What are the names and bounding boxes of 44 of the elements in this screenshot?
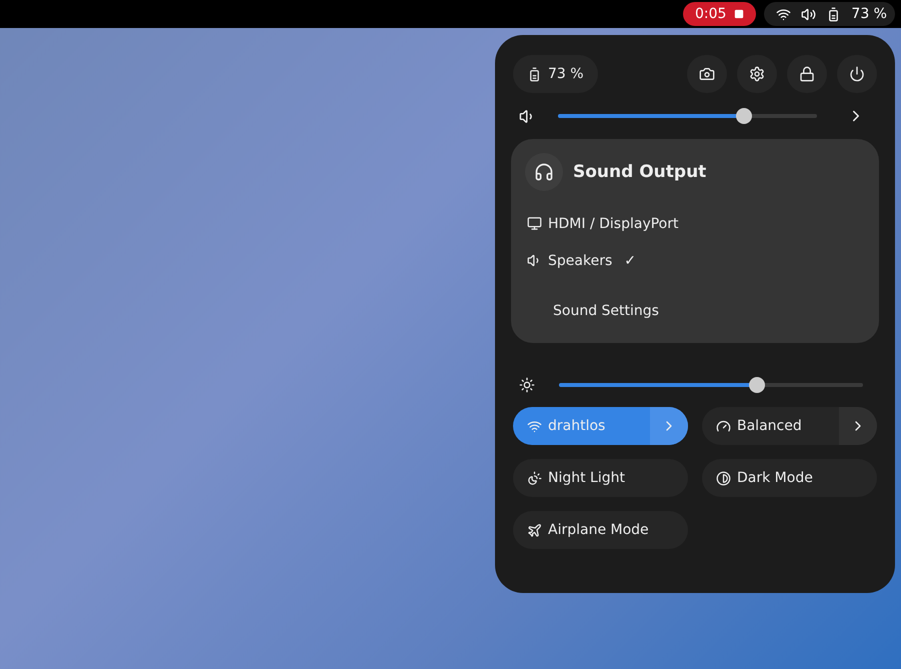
battery-icon <box>527 66 542 82</box>
headphones-icon <box>525 153 563 191</box>
menu-arrow-button[interactable] <box>650 407 688 445</box>
status-area[interactable]: 73 % <box>764 2 895 26</box>
slider-thumb[interactable] <box>748 377 765 393</box>
battery-chip[interactable]: 73 % <box>513 55 598 93</box>
wifi-icon <box>776 6 792 22</box>
toggle-label: Dark Mode <box>737 470 813 486</box>
menu-title: Sound Output <box>573 162 706 182</box>
quick-toggle[interactable]: Dark Mode <box>702 459 877 497</box>
recording-time: 0:05 <box>694 6 726 22</box>
battery-percentage: 73 % <box>851 6 887 22</box>
lock-button[interactable] <box>787 55 827 93</box>
device-item[interactable]: Speakers ✓ <box>525 244 865 277</box>
power-icon <box>849 66 865 82</box>
slider-thumb[interactable] <box>736 108 752 124</box>
lock-icon <box>799 66 815 82</box>
sound-settings-link[interactable]: Sound Settings <box>525 291 865 331</box>
gauge-icon <box>716 418 731 434</box>
toggle-label: drahtlos <box>548 418 606 434</box>
battery-percentage: 73 % <box>548 66 584 82</box>
monitor-icon <box>527 216 542 231</box>
contrast-icon <box>716 470 731 486</box>
recording-indicator[interactable]: 0:05 <box>682 2 756 26</box>
volume-slider[interactable] <box>558 108 817 124</box>
stop-icon <box>734 9 744 19</box>
volume-icon <box>801 6 816 22</box>
wifi-icon <box>527 418 542 434</box>
brightness-icon <box>519 377 535 393</box>
quick-toggle[interactable]: Night Light <box>513 459 688 497</box>
camera-icon <box>699 66 715 82</box>
power-button[interactable] <box>837 55 877 93</box>
toggle-label: Balanced <box>737 418 802 434</box>
quick-toggle[interactable]: Balanced <box>702 407 877 445</box>
airplane-icon <box>527 522 542 538</box>
settings-button[interactable] <box>737 55 777 93</box>
screenshot-button[interactable] <box>687 55 727 93</box>
toggle-label: Airplane Mode <box>548 522 649 538</box>
quick-toggle[interactable]: Airplane Mode <box>513 511 688 549</box>
brightness-slider[interactable] <box>559 377 863 393</box>
device-item[interactable]: HDMI / DisplayPort <box>525 207 865 240</box>
toggle-label: Night Light <box>548 470 625 486</box>
settings-icon <box>749 66 765 82</box>
check-mark: ✓ <box>624 252 636 268</box>
